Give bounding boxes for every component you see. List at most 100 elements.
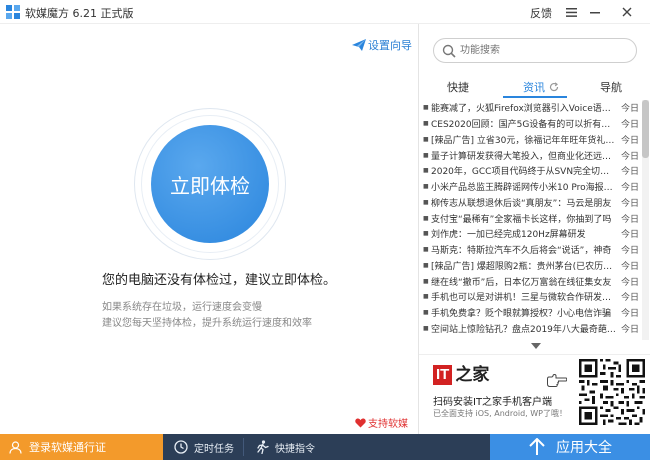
news-item[interactable]: ■ 空间站上惊险钻孔？盘点2019年八大最奇葩新闻 今日 [423, 321, 639, 337]
news-date: 今日 [620, 198, 639, 209]
bottom-bar: 登录软媒通行证 定时任务 快捷指令 应用大全 [0, 434, 650, 460]
bottom-divider [243, 438, 244, 456]
tab-shortcuts[interactable]: 快捷 [447, 79, 469, 95]
news-title[interactable]: 马斯克：特斯拉汽车不久后将会“说话”，神奇 [431, 243, 617, 256]
pointing-hand-icon [547, 374, 567, 387]
sidebar-tabs: 快捷 资讯 导航 [419, 76, 650, 98]
quick-commands-label: 快捷指令 [275, 443, 315, 455]
news-list: ■ 能赛减了，火狐Firefox浏览器引入Voice语音搜索 今日 ■ CES2020回… [423, 100, 639, 340]
news-item[interactable]: ■ 继在线“撤币”后，日本亿万富翁在线征集女友 今日 [423, 273, 639, 289]
support-link[interactable]: 支持软媒 [355, 415, 408, 430]
paper-plane-icon [352, 39, 366, 51]
news-title[interactable]: 小米产品总监王腾辟谣网传小米10 Pro海报图片 [431, 180, 617, 193]
ithome-logo: IT 之家 [433, 365, 489, 385]
scheduled-tasks-label: 定时任务 [194, 443, 234, 455]
news-title[interactable]: 继在线“撤币”后，日本亿万富翁在线征集女友 [431, 275, 617, 288]
news-date: 今日 [620, 214, 639, 225]
news-date: 今日 [620, 151, 639, 162]
news-scrollbar-thumb[interactable] [642, 100, 649, 158]
news-title[interactable]: [辣品广告] 爆超限购2瓶：贵州茅台(已农历限定) [431, 259, 617, 272]
news-title[interactable]: 支付宝“最稀有”全家福卡长这样，你抽到了吗 [431, 212, 617, 225]
feedback-button[interactable]: 反馈 [530, 5, 552, 21]
search-box[interactable] [433, 38, 637, 63]
support-label: 支持软媒 [368, 419, 408, 430]
news-title[interactable]: 刘作虎：一加已经完成120Hz屏幕研发 [431, 227, 617, 240]
news-date: 今日 [620, 135, 639, 146]
clock-icon [174, 440, 188, 454]
search-icon [442, 44, 456, 58]
news-item[interactable]: ■美国数字经济蓬勃发展？外媒质疑：少数人获利今日 [423, 336, 639, 340]
news-item[interactable]: ■ 刘作虎：一加已经完成120Hz屏幕研发 今日 [423, 226, 639, 242]
minimize-button[interactable] [586, 3, 604, 21]
news-item[interactable]: ■ 柳传志从联想退休后谈“真朋友”：马云是朋友 今日 [423, 195, 639, 211]
title-bar: 软媒魔方 6.21 正式版 反馈 [0, 0, 650, 24]
news-title[interactable]: 手机也可以是对讲机！三星与微软合作研发技术 [431, 290, 617, 303]
news-title[interactable]: 柳传志从联想退休后谈“真朋友”：马云是朋友 [431, 196, 617, 209]
news-item[interactable]: ■ [辣品广告] 立省30元，徐福记年年旺年货礼盒装 今日 [423, 132, 639, 148]
app-store-button[interactable]: 应用大全 [490, 434, 650, 460]
news-item[interactable]: ■ 能赛减了，火狐Firefox浏览器引入Voice语音搜索 今日 [423, 100, 639, 116]
news-title[interactable]: 2020年，GCC项目代码终于从SVN完全切换到Git [431, 164, 617, 177]
news-bullet-icon: ■ [423, 246, 429, 254]
news-item[interactable]: ■ 2020年，GCC项目代码终于从SVN完全切换到Git 今日 [423, 163, 639, 179]
news-date: 今日 [620, 183, 639, 194]
news-title[interactable]: 能赛减了，火狐Firefox浏览器引入Voice语音搜索 [431, 101, 617, 114]
menu-button[interactable] [562, 3, 580, 21]
tab-shortcuts-label: 快捷 [447, 81, 469, 94]
app-title: 软媒魔方 6.21 正式版 [25, 7, 134, 20]
news-title[interactable]: 量子计算研发获得大笔投入，但商业化还远在天边 [431, 149, 617, 162]
news-item[interactable]: ■ 马斯克：特斯拉汽车不久后将会“说话”，神奇 今日 [423, 242, 639, 258]
news-date: 今日 [619, 338, 639, 340]
news-title[interactable]: 美国数字经济蓬勃发展？外媒质疑：少数人获利 [431, 338, 617, 340]
news-date: 今日 [620, 230, 639, 241]
active-tab-indicator [503, 96, 567, 98]
heart-icon [355, 418, 366, 427]
news-item[interactable]: ■ 量子计算研发获得大笔投入，但商业化还远在天边 今日 [423, 147, 639, 163]
news-item[interactable]: ■ [辣品广告] 爆超限购2瓶：贵州茅台(已农历限定) 今日 [423, 258, 639, 274]
ithome-ad[interactable]: IT 之家 扫码安装IT之家手机客户端 已全面支持 iOS, Android, … [419, 354, 650, 434]
news-bullet-icon: ■ [423, 261, 429, 269]
running-person-icon [257, 440, 269, 454]
setup-guide-label: 设置向导 [368, 39, 412, 52]
news-item[interactable]: ■ 手机也可以是对讲机！三星与微软合作研发技术 今日 [423, 289, 639, 305]
news-bullet-icon: ■ [423, 183, 429, 191]
main-panel: 设置向导 立即体检 您的电脑还没有体检过，建议立即体检。 如果系统存在垃圾，运行… [0, 24, 417, 434]
news-date: 今日 [620, 324, 639, 335]
login-label: 登录软媒通行证 [29, 441, 106, 454]
news-item[interactable]: ■ 小米产品总监王腾辟谣网传小米10 Pro海报图片 今日 [423, 179, 639, 195]
news-bullet-icon: ■ [423, 277, 429, 285]
news-bullet-icon: ■ [423, 120, 429, 128]
news-title[interactable]: CES2020回顾：国产5G设备有的可以折有的可以弯 [431, 117, 617, 130]
refresh-icon[interactable] [549, 82, 559, 92]
upload-arrow-icon [529, 438, 545, 455]
news-item[interactable]: ■ CES2020回顾：国产5G设备有的可以折有的可以弯 今日 [423, 116, 639, 132]
news-bullet-icon: ■ [423, 198, 429, 206]
hamburger-icon [565, 7, 577, 17]
news-bullet-icon: ■ [423, 167, 429, 175]
news-title[interactable]: 手机免费拿？贬个眼就算授权？小心电信诈骗 [431, 306, 617, 319]
right-panel: 快捷 资讯 导航 ■能赛减了，火狐Firefox浏览器引入Voice语音搜索今日… [418, 24, 650, 434]
news-bullet-icon: ■ [423, 214, 429, 222]
tab-navigation[interactable]: 导航 [600, 79, 622, 95]
scheduled-tasks-button[interactable]: 定时任务 [174, 434, 234, 460]
app-store-label: 应用大全 [556, 440, 612, 456]
news-title[interactable]: 空间站上惊险钻孔？盘点2019年八大最奇葩新闻 [431, 322, 617, 335]
news-item[interactable]: ■ 手机免费拿？贬个眼就算授权？小心电信诈骗 今日 [423, 305, 639, 321]
news-date: 今日 [620, 246, 639, 257]
login-button[interactable]: 登录软媒通行证 [0, 434, 163, 460]
tab-news[interactable]: 资讯 [523, 79, 559, 95]
close-button[interactable] [618, 3, 636, 21]
search-input[interactable] [460, 42, 630, 59]
news-bullet-icon: ■ [423, 309, 429, 317]
start-check-button[interactable]: 立即体检 [151, 125, 269, 243]
qr-code-image [579, 359, 645, 425]
setup-guide-link[interactable]: 设置向导 [352, 37, 412, 53]
app-logo-icon [6, 5, 20, 19]
chevron-down-icon[interactable] [531, 343, 541, 349]
news-item[interactable]: ■ 支付宝“最稀有”全家福卡长这样，你抽到了吗 今日 [423, 210, 639, 226]
news-date: 今日 [620, 120, 639, 131]
news-date: 今日 [620, 167, 639, 178]
status-line-2: 建议您每天坚持体检，提升系统运行速度和效率 [102, 318, 312, 329]
news-title[interactable]: [辣品广告] 立省30元，徐福记年年旺年货礼盒装 [431, 133, 617, 146]
quick-commands-button[interactable]: 快捷指令 [256, 434, 315, 460]
